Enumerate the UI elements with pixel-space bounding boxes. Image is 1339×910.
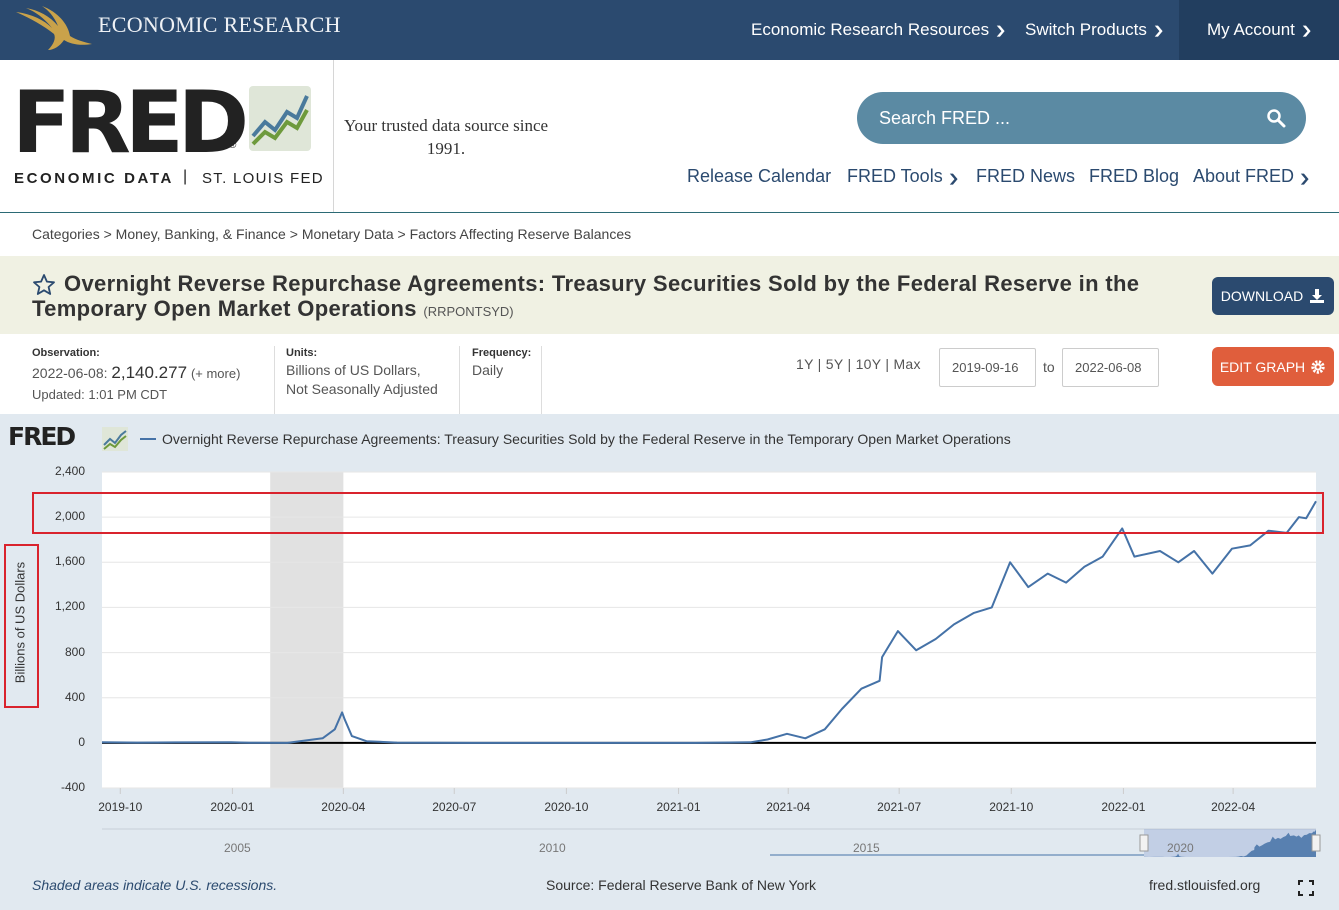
navigator-handle [1140, 835, 1148, 851]
x-tick-label: 2020-01 [192, 800, 272, 814]
navigator-year: 2005 [224, 841, 251, 855]
data-source: Source: Federal Reserve Bank of New York [546, 877, 816, 893]
y-axis-label: Billions of US Dollars [13, 553, 28, 693]
x-tick-label: 2021-01 [639, 800, 719, 814]
x-tick-label: 2020-07 [414, 800, 494, 814]
x-tick-label: 2021-04 [748, 800, 828, 814]
y-tick-label: 2,400 [25, 464, 85, 478]
chart-svg [0, 0, 1339, 910]
x-tick-label: 2021-10 [971, 800, 1051, 814]
navigator-year: 2010 [539, 841, 566, 855]
navigator-handle [1312, 835, 1320, 851]
x-tick-label: 2021-07 [859, 800, 939, 814]
x-tick-label: 2020-04 [303, 800, 383, 814]
navigator-year: 2020 [1167, 841, 1194, 855]
x-tick-label: 2020-10 [526, 800, 606, 814]
recession-note: Shaded areas indicate U.S. recessions. [32, 877, 277, 893]
x-tick-label: 2022-01 [1083, 800, 1163, 814]
y-tick-label: -400 [25, 780, 85, 794]
x-tick-label: 2022-04 [1193, 800, 1273, 814]
y-tick-label: 0 [25, 735, 85, 749]
y-axis-label-box: Billions of US Dollars [4, 544, 39, 708]
fullscreen-icon[interactable] [1298, 880, 1314, 896]
site-url[interactable]: fred.stlouisfed.org [1149, 877, 1260, 893]
navigator-year: 2015 [853, 841, 880, 855]
highlight-box [32, 492, 1324, 534]
x-tick-label: 2019-10 [80, 800, 160, 814]
